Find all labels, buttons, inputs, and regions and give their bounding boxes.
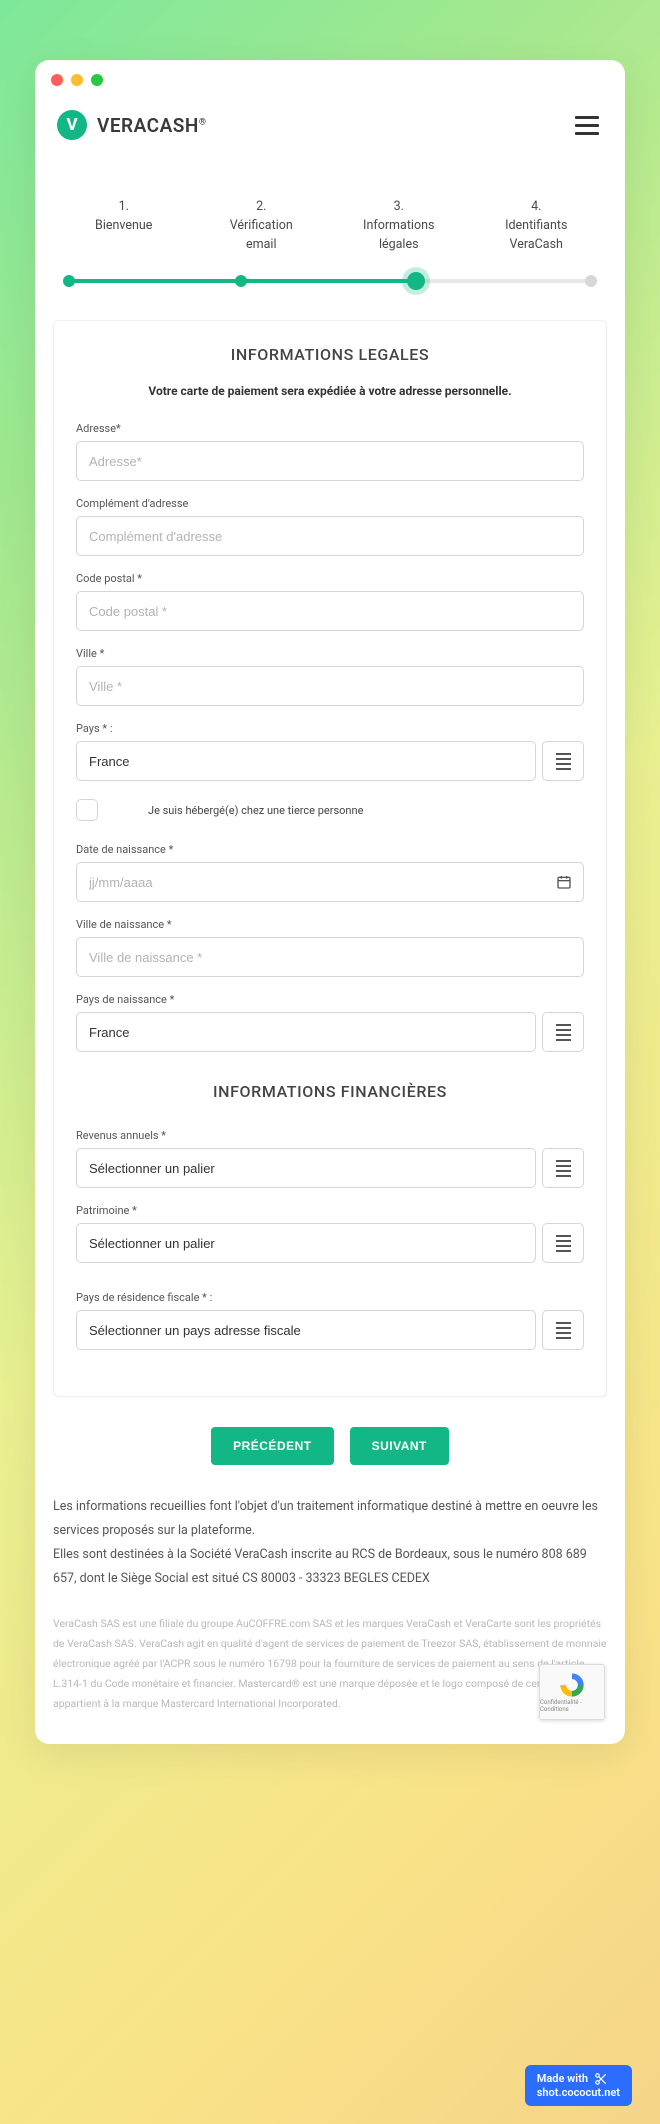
adresse-label: Adresse* (76, 422, 584, 435)
previous-button[interactable]: PRÉCÉDENT (211, 1427, 334, 1465)
progress-dot-4 (585, 275, 597, 287)
complement-input[interactable] (76, 516, 584, 556)
complement-label: Complément d'adresse (76, 497, 584, 510)
close-window-button[interactable] (51, 74, 63, 86)
ville-naissance-label: Ville de naissance * (76, 918, 584, 931)
form-buttons: PRÉCÉDENT SUIVANT (35, 1427, 625, 1465)
recaptcha-badge[interactable]: Confidentialité - Conditions (539, 1664, 605, 1720)
section-title-financial: INFORMATIONS FINANCIÈRES (76, 1082, 584, 1101)
residence-fiscale-select[interactable] (76, 1310, 536, 1350)
pays-label: Pays * : (76, 722, 584, 735)
brand-logo[interactable]: V VERACASH® (57, 110, 206, 140)
list-icon (556, 753, 571, 770)
pays-naissance-select[interactable] (76, 1012, 536, 1052)
form-card: INFORMATIONS LEGALES Votre carte de paie… (53, 320, 607, 1397)
patrimoine-dropdown-button[interactable] (542, 1223, 584, 1263)
heberge-label: Je suis hébergé(e) chez une tierce perso… (118, 804, 584, 817)
dob-label: Date de naissance * (76, 843, 584, 856)
ville-label: Ville * (76, 647, 584, 660)
legal-footer: VeraCash SAS est une filiale du groupe A… (35, 1614, 625, 1714)
info-text: Les informations recueillies font l'obje… (35, 1495, 625, 1590)
list-icon (556, 1235, 571, 1252)
pays-select[interactable] (76, 741, 536, 781)
patrimoine-label: Patrimoine * (76, 1204, 584, 1217)
heberge-checkbox[interactable] (76, 799, 98, 821)
browser-window: V VERACASH® 1. Bienvenue 2. Vérification… (35, 60, 625, 1744)
code-postal-input[interactable] (76, 591, 584, 631)
step-3: 3. Informations légales (330, 198, 468, 254)
calendar-icon[interactable] (556, 874, 572, 890)
revenus-label: Revenus annuels * (76, 1129, 584, 1142)
dob-input[interactable] (76, 862, 584, 902)
step-2: 2. Vérification email (193, 198, 331, 254)
progress-steps: 1. Bienvenue 2. Vérification email 3. In… (35, 158, 625, 254)
progress-dot-1 (63, 275, 75, 287)
patrimoine-select[interactable] (76, 1223, 536, 1263)
next-button[interactable]: SUIVANT (350, 1427, 449, 1465)
ville-input[interactable] (76, 666, 584, 706)
brand-name: VERACASH® (97, 114, 206, 137)
progress-dot-2 (235, 275, 247, 287)
residence-fiscale-label: Pays de résidence fiscale * : (76, 1291, 584, 1304)
brand-icon: V (57, 110, 87, 140)
window-titlebar (35, 60, 625, 92)
residence-fiscale-dropdown-button[interactable] (542, 1310, 584, 1350)
maximize-window-button[interactable] (91, 74, 103, 86)
pays-naissance-dropdown-button[interactable] (542, 1012, 584, 1052)
minimize-window-button[interactable] (71, 74, 83, 86)
progress-bar (35, 254, 625, 290)
list-icon (556, 1024, 571, 1041)
page-header: V VERACASH® (35, 92, 625, 158)
revenus-select[interactable] (76, 1148, 536, 1188)
pays-dropdown-button[interactable] (542, 741, 584, 781)
section-title-legal: INFORMATIONS LEGALES (76, 345, 584, 364)
adresse-input[interactable] (76, 441, 584, 481)
pays-naissance-label: Pays de naissance * (76, 993, 584, 1006)
made-with-badge[interactable]: Made with shot.cococut.net (525, 2065, 632, 2106)
progress-dot-3-active (407, 272, 425, 290)
revenus-dropdown-button[interactable] (542, 1148, 584, 1188)
ville-naissance-input[interactable] (76, 937, 584, 977)
step-4: 4. Identifiants VeraCash (468, 198, 606, 254)
step-1: 1. Bienvenue (55, 198, 193, 254)
shipping-notice: Votre carte de paiement sera expédiée à … (76, 384, 584, 398)
code-postal-label: Code postal * (76, 572, 584, 585)
list-icon (556, 1322, 571, 1339)
list-icon (556, 1160, 571, 1177)
recaptcha-icon (558, 1671, 586, 1699)
hamburger-menu-icon[interactable] (571, 112, 603, 139)
scissors-icon (594, 2072, 608, 2086)
